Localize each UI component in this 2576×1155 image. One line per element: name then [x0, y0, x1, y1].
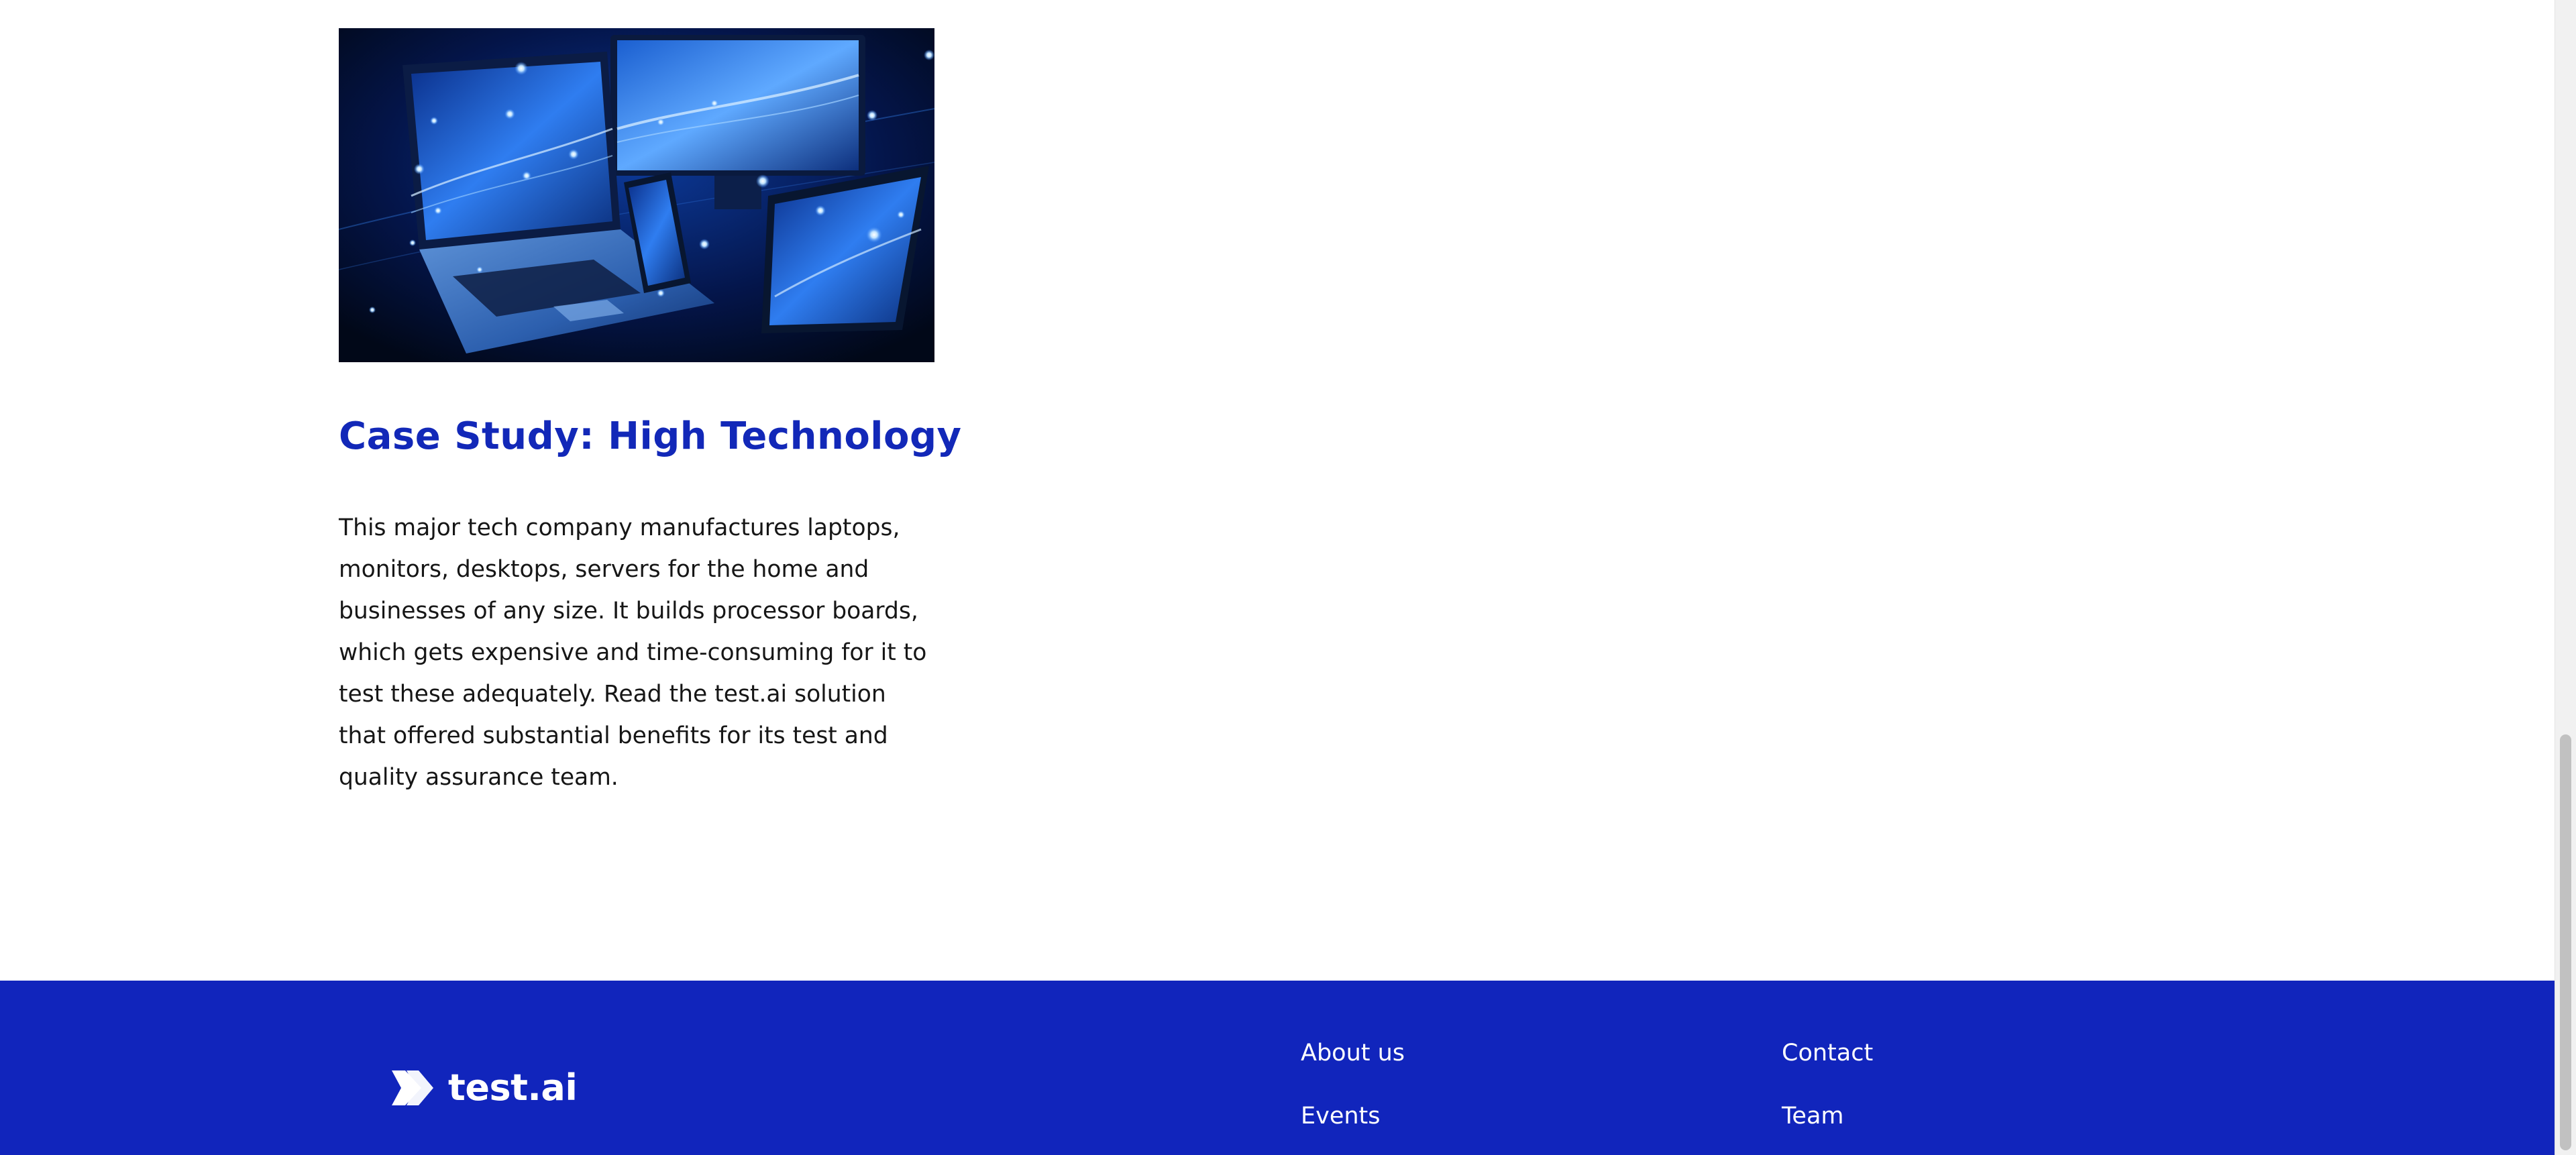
- logo-wordmark: test.ai: [448, 1066, 578, 1109]
- footer-link-about[interactable]: About us: [1301, 1038, 1405, 1068]
- footer-link-team[interactable]: Team: [1782, 1101, 1844, 1131]
- devices-illustration: [339, 28, 934, 362]
- site-footer: test.ai About us Events Contact Team: [0, 981, 2555, 1155]
- footer-link-contact[interactable]: Contact: [1782, 1038, 1873, 1068]
- footer-logo[interactable]: test.ai: [392, 1066, 578, 1109]
- testai-logo-icon: [392, 1070, 433, 1105]
- content-area: Case Study: High Technology This major t…: [0, 0, 2555, 1155]
- case-study-card: Case Study: High Technology This major t…: [339, 28, 961, 798]
- scrollbar-thumb[interactable]: [2560, 734, 2571, 1150]
- page: Case Study: High Technology This major t…: [0, 0, 2576, 1155]
- case-study-description: This major tech company manufactures lap…: [339, 514, 927, 791]
- case-study-title[interactable]: Case Study: High Technology: [339, 413, 961, 460]
- case-study-image[interactable]: [339, 28, 934, 362]
- vertical-scrollbar[interactable]: [2555, 0, 2576, 1155]
- footer-link-events[interactable]: Events: [1301, 1101, 1381, 1131]
